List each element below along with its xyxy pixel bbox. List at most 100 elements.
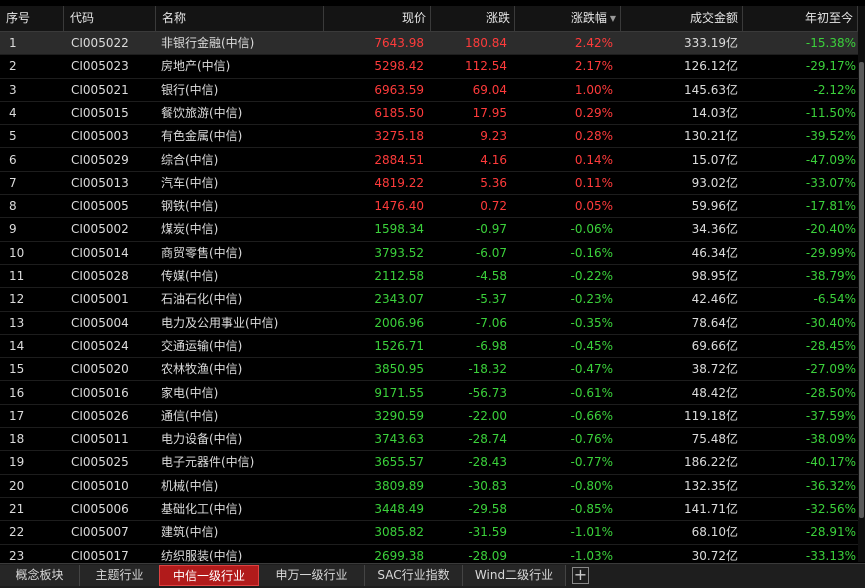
scrollbar-thumb[interactable] (859, 62, 864, 518)
cell-amount: 15.07亿 (691, 152, 738, 167)
cell-ytd: -6.54% (813, 292, 856, 307)
sheet-tab[interactable]: 申万一级行业 (259, 565, 365, 586)
cell-name: 电力及公用事业(中信) (161, 315, 279, 330)
cell-code: CI005006 (71, 502, 129, 516)
column-header-code[interactable]: 代码 (64, 6, 156, 31)
column-header-name[interactable]: 名称 (156, 6, 324, 31)
cell-code: CI005021 (71, 82, 129, 97)
sort-descending-icon[interactable]: ▼ (610, 14, 616, 23)
cell-code: CI005011 (71, 432, 129, 447)
table-row[interactable]: 14 CI005024 交通运输(中信) 1526.71 -6.98 -0.45% 69.6… (0, 335, 858, 359)
cell-price: 2006.96 (374, 315, 424, 330)
table-row[interactable]: 21 CI005006 基础化工(中信) 3448.49 -29.58 -0.85% 141… (0, 498, 858, 522)
cell-price: 2884.51 (374, 152, 424, 167)
table-row[interactable]: 17 CI005026 通信(中信) 3290.59 -22.00 -0.66% 119.1… (0, 405, 858, 429)
cell-change: -5.37 (475, 292, 507, 307)
cell-code: CI005013 (71, 175, 129, 190)
cell-name: 机械(中信) (161, 478, 219, 493)
column-header-ytd[interactable]: 年初至今 (743, 6, 858, 31)
cell-name: 传媒(中信) (161, 269, 219, 283)
table-row[interactable]: 9 CI005002 煤炭(中信) 1598.34 -0.97 -0.06% 34.36亿 -… (0, 218, 858, 242)
column-header-index[interactable]: 序号 (0, 6, 64, 31)
cell-amount: 30.72亿 (691, 548, 738, 562)
cell-name: 电子元器件(中信) (161, 455, 255, 470)
cell-code: CI005010 (71, 478, 129, 493)
cell-index: 2 (9, 59, 17, 74)
table-row[interactable]: 23 CI005017 纺织服装(中信) 2699.38 -28.09 -1.03% 30.… (0, 545, 858, 562)
cell-price: 3809.89 (374, 478, 424, 493)
cell-pct: -0.61% (570, 385, 613, 400)
cell-code: CI005002 (71, 222, 129, 237)
table-row[interactable]: 7 CI005013 汽车(中信) 4819.22 5.36 0.11% 93.02亿 -33… (0, 172, 858, 196)
cell-ytd: -33.13% (805, 548, 856, 562)
cell-amount: 14.03亿 (691, 105, 738, 120)
cell-amount: 141.71亿 (684, 502, 738, 516)
table-row[interactable]: 11 CI005028 传媒(中信) 2112.58 -4.58 -0.22% 98.95亿… (0, 265, 858, 289)
table-row[interactable]: 1 CI005022 非银行金融(中信) 7643.98 180.84 2.42% 333.… (0, 32, 858, 56)
table-row[interactable]: 22 CI005007 建筑(中信) 3085.82 -31.59 -1.01% 68.10… (0, 521, 858, 545)
cell-name: 餐饮旅游(中信) (161, 105, 243, 120)
table-row[interactable]: 5 CI005003 有色金属(中信) 3275.18 9.23 0.28% 130.21亿… (0, 125, 858, 149)
cell-change: -0.97 (475, 222, 507, 237)
sheet-tab[interactable]: SAC行业指数 (365, 565, 463, 586)
table-row[interactable]: 10 CI005014 商贸零售(中信) 3793.52 -6.07 -0.16% 46.3… (0, 242, 858, 265)
cell-amount: 186.22亿 (684, 455, 738, 470)
cell-change: -28.43 (468, 455, 507, 470)
cell-name: 电力设备(中信) (161, 432, 243, 447)
table-row[interactable]: 6 CI005029 综合(中信) 2884.51 4.16 0.14% 15.07亿 -47… (0, 149, 858, 172)
cell-ytd: -33.07% (805, 175, 856, 190)
cell-index: 21 (9, 502, 25, 516)
cell-name: 银行(中信) (161, 82, 219, 97)
cell-amount: 78.64亿 (691, 315, 738, 330)
sheet-tab[interactable]: Wind二级行业 (463, 565, 566, 586)
cell-code: CI005017 (71, 548, 129, 562)
cell-code: CI005020 (71, 362, 129, 377)
table-row[interactable]: 2 CI005023 房地产(中信) 5298.42 112.54 2.17% 126.12… (0, 55, 858, 79)
column-header-label: 代码 (70, 11, 95, 25)
sheet-tab[interactable]: 主题行业 (80, 565, 160, 586)
cell-amount: 69.66亿 (691, 338, 738, 353)
table-row[interactable]: 12 CI005001 石油石化(中信) 2343.07 -5.37 -0.23% 42.4… (0, 288, 858, 312)
cell-index: 1 (9, 36, 17, 50)
cell-code: CI005015 (71, 105, 129, 120)
cell-pct: 0.29% (574, 105, 613, 120)
column-header-change[interactable]: 涨跌 (431, 6, 515, 31)
sheet-tab[interactable]: 中信一级行业 (159, 565, 259, 586)
table-row[interactable]: 18 CI005011 电力设备(中信) 3743.63 -28.74 -0.76% 75.… (0, 428, 858, 452)
table-row[interactable]: 19 CI005025 电子元器件(中信) 3655.57 -28.43 -0.77% 18… (0, 451, 858, 475)
cell-ytd: -38.09% (805, 432, 856, 447)
sheet-tab[interactable]: 概念板块 (0, 565, 80, 586)
table-row[interactable]: 15 CI005020 农林牧渔(中信) 3850.95 -18.32 -0.47% 38.… (0, 358, 858, 382)
cell-change: -28.09 (468, 548, 507, 562)
cell-pct: -0.66% (570, 408, 613, 423)
cell-name: 家电(中信) (161, 385, 219, 400)
column-header-pct[interactable]: 涨跌幅 ▼ (515, 6, 621, 31)
cell-price: 3850.95 (374, 362, 424, 377)
cell-index: 7 (9, 175, 17, 190)
cell-index: 18 (9, 432, 25, 447)
column-header-amount[interactable]: 成交金额 (621, 6, 743, 31)
cell-code: CI005022 (71, 36, 129, 50)
cell-ytd: -30.40% (805, 315, 856, 330)
cell-ytd: -20.40% (805, 222, 856, 237)
table-row[interactable]: 16 CI005016 家电(中信) 9171.55 -56.73 -0.61% 48.42… (0, 382, 858, 405)
cell-name: 纺织服装(中信) (161, 548, 243, 562)
cell-name: 通信(中信) (161, 408, 219, 423)
cell-code: CI005016 (71, 385, 129, 400)
cell-code: CI005023 (71, 59, 129, 74)
cell-change: 5.36 (480, 175, 507, 190)
table-row[interactable]: 13 CI005004 电力及公用事业(中信) 2006.96 -7.06 -0.35% 7… (0, 312, 858, 335)
table-row[interactable]: 8 CI005005 钢铁(中信) 1476.40 0.72 0.05% 59.96亿 -17… (0, 195, 858, 219)
cell-index: 14 (9, 338, 25, 353)
add-tab-button[interactable]: + (572, 567, 589, 584)
table-row[interactable]: 20 CI005010 机械(中信) 3809.89 -30.83 -0.80% 132.3… (0, 475, 858, 498)
cell-code: CI005014 (71, 245, 129, 260)
column-header-price[interactable]: 现价 (324, 6, 431, 31)
cell-ytd: -15.38% (805, 36, 856, 50)
vertical-scrollbar[interactable] (858, 6, 865, 562)
table-row[interactable]: 4 CI005015 餐饮旅游(中信) 6185.50 17.95 0.29% 14.03亿… (0, 102, 858, 126)
cell-index: 5 (9, 129, 17, 144)
cell-pct: -0.85% (570, 502, 613, 516)
table-row[interactable]: 3 CI005021 银行(中信) 6963.59 69.04 1.00% 145.63亿 -… (0, 79, 858, 102)
table-header: 序号 代码 名称 现价 涨跌 涨跌幅 ▼ 成交金额 年初至今 (0, 6, 858, 32)
